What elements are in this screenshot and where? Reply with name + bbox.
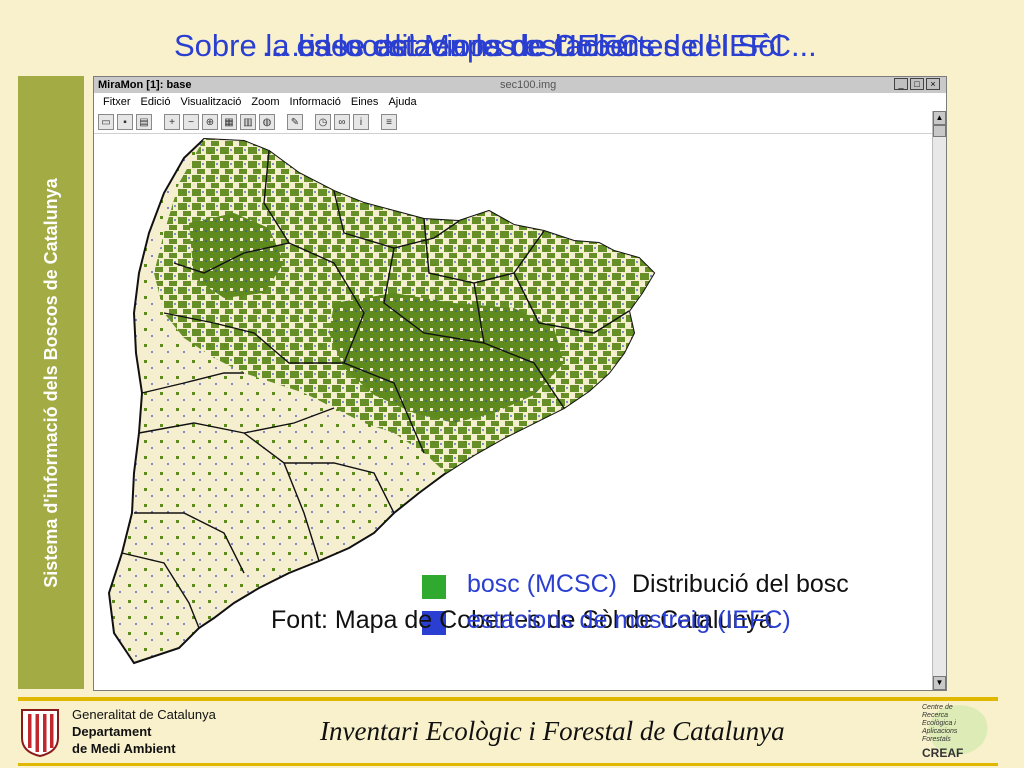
window-titlebar[interactable]: MiraMon [1]: base sec100.img _ □ × (94, 77, 946, 93)
save-icon[interactable]: ▪ (117, 114, 133, 130)
print-icon[interactable]: ▤ (136, 114, 152, 130)
sidebar-label: Sistema d'informació dels Boscos de Cata… (41, 178, 61, 588)
slide-title: Sobre la base del Mapa de Cobertes del S… (174, 26, 894, 66)
footer-divider-bottom (18, 763, 998, 766)
close-button[interactable]: × (926, 78, 940, 90)
globe-icon[interactable]: ◍ (259, 114, 275, 130)
creaf-brand: CREAF (922, 746, 964, 760)
gen-line-2: Departament (72, 724, 152, 739)
zoom-in-icon[interactable]: + (164, 114, 180, 130)
layers-icon[interactable]: ▥ (240, 114, 256, 130)
creaf-line-1: Centre de (922, 704, 953, 711)
menu-bar: Fitxer Edició Visualització Zoom Informa… (94, 93, 946, 111)
stack-icon[interactable]: ≡ (381, 114, 397, 130)
open-icon[interactable]: ▭ (98, 114, 114, 130)
pencil-icon[interactable]: ✎ (287, 114, 303, 130)
scroll-down-button[interactable]: ▼ (933, 676, 946, 690)
legend-item-estacions: estacions de mostreig (IEFC) (467, 606, 791, 634)
document-title: sec100.img (500, 79, 557, 91)
footer-title: Inventari Ecològic i Forestal de Catalun… (320, 716, 785, 746)
scroll-thumb[interactable] (933, 125, 946, 137)
creaf-text: Centre de Recerca Ecològica i Aplicacion… (922, 704, 957, 744)
side-bar: Sistema d'informació dels Boscos de Cata… (18, 76, 84, 689)
title-layer-3: ... i les estacions de l’IEFC (274, 28, 640, 63)
binoculars-icon[interactable]: ∞ (334, 114, 350, 130)
info-icon[interactable]: i (353, 114, 369, 130)
creaf-line-3: Ecològica i (922, 720, 956, 727)
gen-line-3: de Medi Ambient (72, 741, 176, 756)
legend-swatch-bosc (422, 575, 446, 599)
creaf-line-5: Forestals (922, 736, 951, 743)
menu-zoom[interactable]: Zoom (246, 96, 284, 108)
legend-item-bosc: bosc (MCSC) (467, 570, 618, 598)
scroll-up-button[interactable]: ▲ (933, 111, 946, 125)
menu-informacio[interactable]: Informació (285, 96, 346, 108)
minimize-button[interactable]: _ (894, 78, 908, 90)
maximize-button[interactable]: □ (910, 78, 924, 90)
vertical-scrollbar[interactable]: ▲ ▼ (932, 111, 946, 690)
zoom-out-icon[interactable]: − (183, 114, 199, 130)
zoom-all-icon[interactable]: ⊕ (202, 114, 218, 130)
footer-divider-top (18, 697, 998, 701)
app-title: MiraMon [1]: base (98, 79, 192, 91)
menu-fitxer[interactable]: Fitxer (98, 96, 136, 108)
view-icon[interactable]: ▦ (221, 114, 237, 130)
menu-visualitzacio[interactable]: Visualització (175, 96, 246, 108)
menu-ajuda[interactable]: Ajuda (383, 96, 421, 108)
window-controls: _ □ × (894, 78, 940, 90)
generalitat-text: Generalitat de Catalunya Departament de … (72, 706, 216, 757)
legend-heading: Distribució del bosc (632, 570, 849, 598)
clock-icon[interactable]: ◷ (315, 114, 331, 130)
toolbar: ▭ ▪ ▤ + − ⊕ ▦ ▥ ◍ ✎ ◷ ∞ i ≡ (94, 111, 946, 134)
gen-line-1: Generalitat de Catalunya (72, 707, 216, 722)
creaf-line-2: Recerca (922, 712, 949, 719)
generalitat-logo-icon (21, 709, 59, 758)
menu-eines[interactable]: Eines (346, 96, 384, 108)
creaf-line-4: Aplicacions (922, 728, 958, 735)
menu-edicio[interactable]: Edició (136, 96, 176, 108)
